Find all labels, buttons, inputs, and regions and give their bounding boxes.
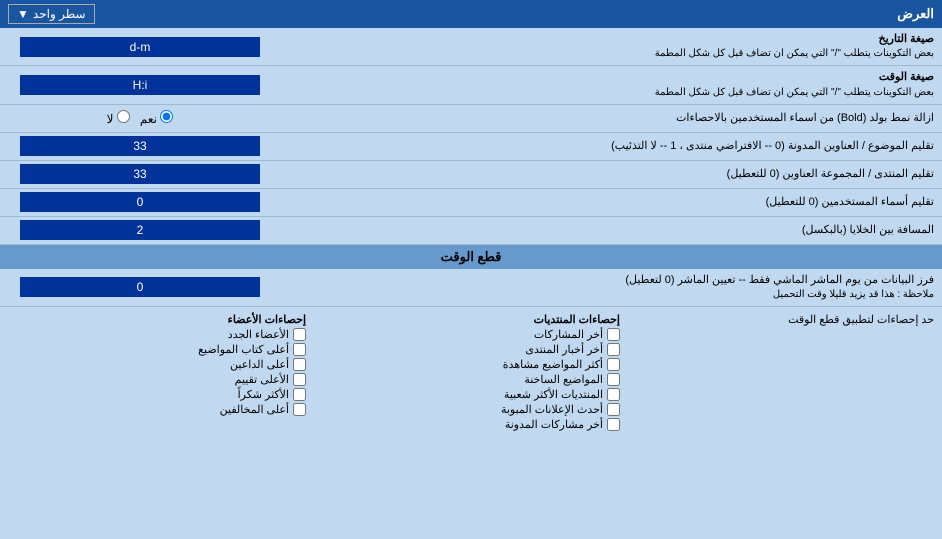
time-format-input-wrap [0, 73, 280, 97]
radio-yes[interactable] [160, 110, 173, 123]
remove-bold-row: ازالة نمط بولد (Bold) من اسماء المستخدمي… [0, 105, 942, 133]
main-container: العرض سطر واحد ▼ صيغة التاريخ بعض التكوي… [0, 0, 942, 439]
list-item: أخر مشاركات المدونة [322, 418, 620, 431]
radio-yes-label[interactable]: نعم [140, 110, 173, 126]
header-row: العرض سطر واحد ▼ [0, 0, 942, 28]
list-item: الأعلى تقييم [8, 373, 306, 386]
list-item: المنتديات الأكثر شعبية [322, 388, 620, 401]
list-item: أحدث الإعلانات المبوبة [322, 403, 620, 416]
stats-forum-header: إحصاءات المنتديات [322, 313, 620, 326]
sort-users-row: تقليم أسماء المستخدمين (0 للتعطيل) [0, 189, 942, 217]
sort-titles-input[interactable] [20, 136, 260, 156]
remove-bold-input-wrap: نعم لا [0, 108, 280, 128]
list-item: أعلى المخالفين [8, 403, 306, 416]
radio-yes-text: نعم [140, 112, 157, 126]
sort-titles-row: تقليم الموضوع / العناوين المدونة (0 -- ا… [0, 133, 942, 161]
remove-bold-label: ازالة نمط بولد (Bold) من اسماء المستخدمي… [280, 107, 942, 130]
list-item: الأكثر شكراً [8, 388, 306, 401]
checkbox-member-6[interactable] [293, 403, 306, 416]
date-format-row: صيغة التاريخ بعض التكوينات يتطلب "/" الت… [0, 28, 942, 66]
sort-titles-input-wrap [0, 134, 280, 158]
checkbox-forum-6[interactable] [607, 403, 620, 416]
radio-no-label[interactable]: لا [107, 110, 130, 126]
header-title: العرض [897, 6, 934, 22]
sort-forum-input-wrap [0, 162, 280, 186]
checkbox-forum-1[interactable] [607, 328, 620, 341]
checkbox-member-5[interactable] [293, 388, 306, 401]
stats-limit-col: حد إحصاءات لتطبيق قطع الوقت [628, 311, 942, 435]
date-format-input[interactable] [20, 37, 260, 57]
list-item: أعلى الداعين [8, 358, 306, 371]
cut-section-title: قطع الوقت [441, 249, 502, 264]
stats-limit-label: حد إحصاءات لتطبيق قطع الوقت [788, 314, 934, 326]
stats-forum-col: إحصاءات المنتديات أخر المشاركات أخر أخبا… [314, 311, 628, 435]
sort-users-label: تقليم أسماء المستخدمين (0 للتعطيل) [280, 191, 942, 214]
list-item: الأعضاء الجدد [8, 328, 306, 341]
remove-bold-radio-group: نعم لا [107, 110, 174, 126]
dropdown-icon: ▼ [17, 7, 29, 21]
stats-section: حد إحصاءات لتطبيق قطع الوقت إحصاءات المن… [0, 307, 942, 439]
dropdown-button[interactable]: سطر واحد ▼ [8, 4, 95, 24]
cut-section-header: قطع الوقت [0, 245, 942, 269]
checkbox-member-1[interactable] [293, 328, 306, 341]
sort-forum-label: تقليم المنتدى / المجموعة العناوين (0 للت… [280, 163, 942, 186]
cut-time-input-wrap [0, 275, 280, 299]
cell-spacing-input-wrap [0, 218, 280, 242]
checkbox-forum-2[interactable] [607, 343, 620, 356]
checkbox-forum-4[interactable] [607, 373, 620, 386]
stats-members-header: إحصاءات الأعضاء [8, 313, 306, 326]
checkbox-forum-5[interactable] [607, 388, 620, 401]
date-format-label: صيغة التاريخ بعض التكوينات يتطلب "/" الت… [280, 28, 942, 65]
cut-time-label: فرز البيانات من يوم الماشر الماشي فقط --… [280, 269, 942, 306]
time-format-row: صيغة الوقت بعض التكوينات يتطلب "/" التي … [0, 66, 942, 104]
radio-no-text: لا [107, 112, 114, 126]
dropdown-label: سطر واحد [33, 7, 86, 21]
list-item: أخر المشاركات [322, 328, 620, 341]
cut-time-input[interactable] [20, 277, 260, 297]
cell-spacing-label: المسافة بين الخلايا (بالبكسل) [280, 219, 942, 242]
time-format-input[interactable] [20, 75, 260, 95]
stats-members-col: إحصاءات الأعضاء الأعضاء الجدد أعلى كتاب … [0, 311, 314, 435]
list-item: أخر أخبار المنتدى [322, 343, 620, 356]
checkbox-member-3[interactable] [293, 358, 306, 371]
sort-users-input[interactable] [20, 192, 260, 212]
sort-forum-row: تقليم المنتدى / المجموعة العناوين (0 للت… [0, 161, 942, 189]
time-format-label: صيغة الوقت بعض التكوينات يتطلب "/" التي … [280, 66, 942, 103]
list-item: أكثر المواضيع مشاهدة [322, 358, 620, 371]
cut-time-row: فرز البيانات من يوم الماشر الماشي فقط --… [0, 269, 942, 307]
list-item: أعلى كتاب المواضيع [8, 343, 306, 356]
checkbox-forum-7[interactable] [607, 418, 620, 431]
sort-forum-input[interactable] [20, 164, 260, 184]
checkbox-forum-3[interactable] [607, 358, 620, 371]
cell-spacing-input[interactable] [20, 220, 260, 240]
radio-no[interactable] [117, 110, 130, 123]
date-format-input-wrap [0, 35, 280, 59]
cell-spacing-row: المسافة بين الخلايا (بالبكسل) [0, 217, 942, 245]
checkbox-member-2[interactable] [293, 343, 306, 356]
list-item: المواضيع الساخنة [322, 373, 620, 386]
sort-users-input-wrap [0, 190, 280, 214]
sort-titles-label: تقليم الموضوع / العناوين المدونة (0 -- ا… [280, 135, 942, 158]
checkbox-member-4[interactable] [293, 373, 306, 386]
